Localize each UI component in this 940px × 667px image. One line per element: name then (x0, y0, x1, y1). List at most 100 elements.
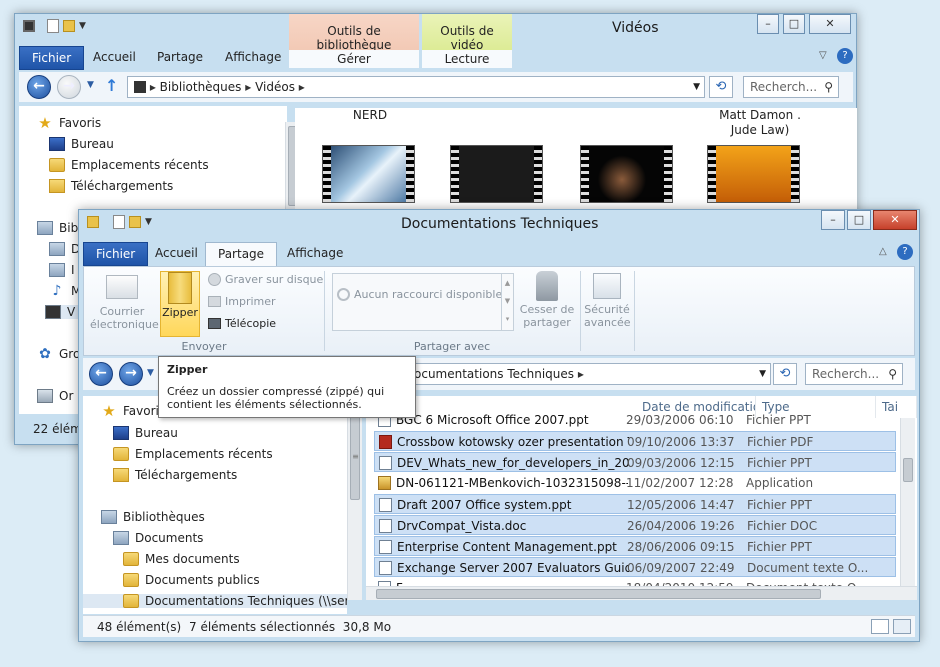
nav-telechargements[interactable]: Téléchargements (113, 468, 237, 482)
nav-bibliotheques[interactable]: Bibliothèques (101, 510, 205, 524)
breadcrumb-bibliotheques[interactable]: Bibliothèques (160, 80, 242, 94)
file-row[interactable]: DrvCompat_Vista.doc 26/04/2006 19:26 Fichi… (374, 515, 896, 535)
disc-icon (208, 273, 221, 286)
new-folder-icon[interactable] (63, 20, 75, 32)
search-input[interactable]: Recherch... ⚲ (805, 363, 903, 385)
zipper-button[interactable]: Zipper (160, 271, 200, 337)
recent-locations-icon[interactable]: ▼ (87, 80, 94, 90)
nav-emplacements-recents[interactable]: Emplacements récents (49, 158, 209, 172)
help-icon[interactable]: ? (837, 48, 853, 64)
tab-accueil[interactable]: Accueil (81, 46, 148, 70)
tab-fichier[interactable]: Fichier (19, 46, 85, 70)
refresh-button[interactable]: ⟲ (773, 363, 797, 385)
system-menu-icon[interactable] (23, 20, 35, 32)
documentations-window: ▼ Documentations Techniques – □ ✕ Fichie… (78, 209, 920, 642)
file-row[interactable]: Enterprise Content Management.ppt 28/06/2… (374, 536, 896, 556)
breadcrumb-documentations-techniques[interactable]: ocumentations Techniques (414, 367, 574, 381)
close-button[interactable]: ✕ (809, 14, 851, 34)
file-row[interactable]: Crossbow kotowsky ozer presentation TT..… (374, 431, 896, 451)
folder-icon[interactable] (87, 216, 99, 228)
file-list-hscroll-thumb[interactable] (376, 589, 821, 599)
nav-mes-documents[interactable]: Mes documents (123, 552, 240, 566)
nav-documentations-techniques[interactable]: Documentations Techniques (\\server- (83, 594, 347, 608)
address-dropdown-icon[interactable]: ▼ (693, 77, 700, 97)
address-dropdown-icon[interactable]: ▼ (759, 364, 766, 384)
breadcrumb-videos[interactable]: Vidéos (255, 80, 295, 94)
maximize-button[interactable]: □ (783, 14, 805, 34)
nav-favoris[interactable]: ★ Favoris (101, 404, 165, 419)
file-row[interactable]: DEV_Whats_new_for_developers_in_2007_...… (374, 452, 896, 472)
back-button[interactable]: ← (27, 75, 51, 99)
ribbon-collapse-icon[interactable]: △ (879, 246, 887, 257)
refresh-button[interactable]: ⟲ (709, 76, 733, 98)
nav-documents-publics[interactable]: Documents publics (123, 573, 260, 587)
videos-library-icon (45, 305, 61, 319)
properties-icon[interactable] (47, 19, 59, 33)
nav-bureau[interactable]: Bureau (49, 137, 114, 151)
minimize-button[interactable]: – (821, 210, 845, 230)
nav-favoris[interactable]: ★ Favoris (37, 116, 101, 131)
details-view-icon[interactable] (871, 619, 889, 634)
video-thumbnail[interactable] (450, 145, 543, 203)
ribbon-partage: Courrier électronique Zipper Graver sur … (83, 266, 915, 356)
address-input[interactable]: ▸ Bibliothèques ▸ Vidéos ▸ ▼ (127, 76, 705, 98)
close-button[interactable]: ✕ (873, 210, 917, 230)
nav-ordinateur[interactable]: Or (37, 389, 73, 403)
forward-button[interactable]: → (57, 75, 81, 99)
ribbon-expand-icon[interactable]: ▽ (819, 50, 827, 61)
up-arrow-icon[interactable]: ↑ (105, 76, 118, 95)
nav-groupe-residentiel[interactable]: ✿ Gro (37, 347, 80, 361)
properties-icon[interactable] (113, 215, 125, 229)
tab-accueil[interactable]: Accueil (143, 242, 210, 266)
back-button[interactable]: ← (89, 362, 113, 386)
nav-bibliotheques[interactable]: Bib (37, 221, 78, 235)
securite-avancee-button[interactable]: Sécurité avancée (584, 271, 631, 329)
tab-affichage[interactable]: Affichage (213, 46, 293, 70)
file-list-hscrollbar[interactable] (366, 586, 917, 600)
nav-telechargements[interactable]: Téléchargements (49, 179, 173, 193)
video-thumbnail[interactable] (707, 145, 800, 203)
nav-bureau[interactable]: Bureau (113, 426, 178, 440)
file-row[interactable]: DN-061121-MBenkovich-1032315098--PPT 11/0… (374, 473, 896, 493)
tab-partage[interactable]: Partage (205, 242, 278, 266)
minimize-button[interactable]: – (757, 14, 779, 34)
lock-icon (536, 271, 558, 301)
imprimer-button[interactable]: Imprimer (208, 295, 276, 308)
nav-emplacements-recents[interactable]: Emplacements récents (113, 447, 273, 461)
tab-fichier[interactable]: Fichier (83, 242, 149, 266)
nav-lib-musique[interactable]: ♪ M (49, 284, 82, 298)
file-list-scroll-thumb[interactable] (903, 458, 913, 482)
large-icons-view-icon[interactable] (893, 619, 911, 634)
search-input[interactable]: Recherch... ⚲ (743, 76, 839, 98)
file-name: Draft 2007 Office system.ppt (397, 498, 572, 512)
telecopie-button[interactable]: Télécopie (208, 317, 276, 330)
forward-button[interactable]: → (119, 362, 143, 386)
file-type: Document texte O... (747, 561, 869, 575)
file-list: Date de modificatio... Type Tai BGC 6 Mi… (366, 396, 917, 600)
qat-dropdown-icon[interactable]: ▼ (79, 21, 86, 31)
new-folder-icon[interactable] (129, 216, 141, 228)
video-thumbnail[interactable] (580, 145, 673, 203)
help-icon[interactable]: ? (897, 244, 913, 260)
file-list-scrollbar[interactable] (900, 418, 915, 586)
tab-affichage[interactable]: Affichage (275, 242, 355, 266)
nav-scrollbar[interactable]: ≡ (347, 396, 362, 600)
desktop-icon (49, 137, 65, 151)
tab-partage[interactable]: Partage (145, 46, 215, 70)
cesser-de-partager-button[interactable]: Cesser de partager (518, 271, 576, 329)
recent-locations-icon[interactable]: ▼ (147, 368, 154, 378)
address-input[interactable]: ocumentations Techniques ▸ ▼ (407, 363, 771, 385)
share-with-gallery[interactable]: Aucun raccourci disponible ▲ ▼ ▾ (332, 273, 514, 331)
courrier-electronique-button[interactable]: Courrier électronique (90, 271, 159, 331)
nav-documents[interactable]: Documents (113, 531, 203, 545)
video-thumbnail[interactable] (322, 145, 415, 203)
file-row[interactable]: Draft 2007 Office system.ppt 12/05/2006 1… (374, 494, 896, 514)
graver-sur-disque-button[interactable]: Graver sur disque (208, 273, 323, 286)
file-row[interactable]: BGC 6 Microsoft Office 2007.ppt 29/03/200… (374, 410, 896, 430)
qat-dropdown-icon[interactable]: ▼ (145, 217, 152, 227)
nav-lib-images[interactable]: I (49, 263, 75, 277)
nav-lib-documents[interactable]: D (49, 242, 80, 256)
file-row[interactable]: Exchange Server 2007 Evaluators Guide 06/… (374, 557, 896, 577)
maximize-button[interactable]: □ (847, 210, 871, 230)
gallery-scroll[interactable]: ▲ ▼ ▾ (501, 274, 513, 330)
